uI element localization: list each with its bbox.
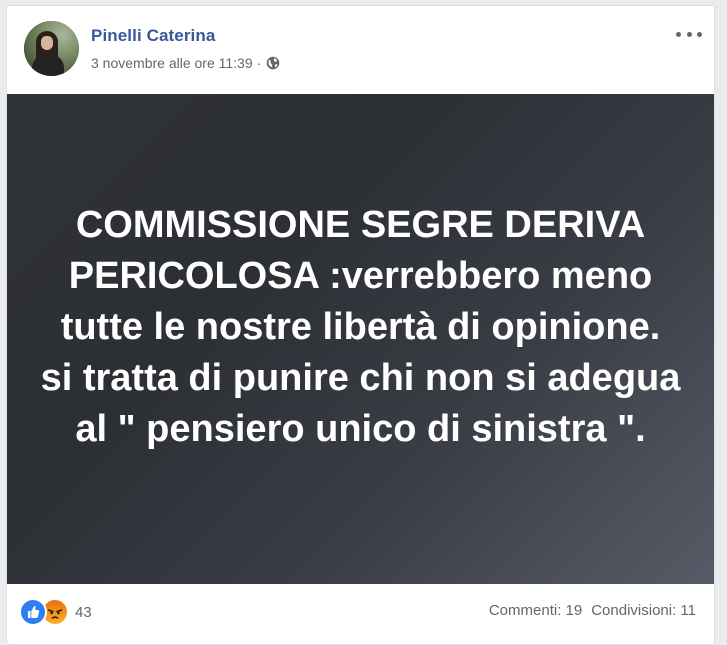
post-footer: 43 Commenti: 19 Condivisioni: 11 — [7, 584, 714, 638]
shares-count-link[interactable]: Condivisioni: 11 — [591, 602, 696, 619]
comments-count-link[interactable]: Commenti: 19 — [489, 602, 582, 619]
like-icon[interactable] — [19, 598, 47, 626]
engagement-counts: Commenti: 19 Condivisioni: 11 — [489, 602, 696, 619]
reaction-count[interactable]: 43 — [75, 604, 92, 621]
post-image-text: COMMISSIONE SEGRE DERIVA PERICOLOSA :ver… — [40, 203, 681, 450]
globe-icon[interactable] — [266, 56, 280, 70]
avatar[interactable] — [24, 21, 79, 76]
meta-separator: · — [256, 55, 262, 71]
post-meta: 3 novembre alle ore 11:39 · — [91, 55, 280, 71]
post-card: Pinelli Caterina 3 novembre alle ore 11:… — [6, 5, 715, 645]
more-options-icon[interactable] — [676, 24, 702, 44]
timestamp[interactable]: 3 novembre alle ore 11:39 — [91, 55, 253, 71]
post-header: Pinelli Caterina 3 novembre alle ore 11:… — [7, 6, 714, 94]
post-image[interactable]: COMMISSIONE SEGRE DERIVA PERICOLOSA :ver… — [7, 94, 714, 584]
reactions-summary[interactable]: 43 — [19, 598, 92, 626]
author-name[interactable]: Pinelli Caterina — [91, 26, 215, 46]
